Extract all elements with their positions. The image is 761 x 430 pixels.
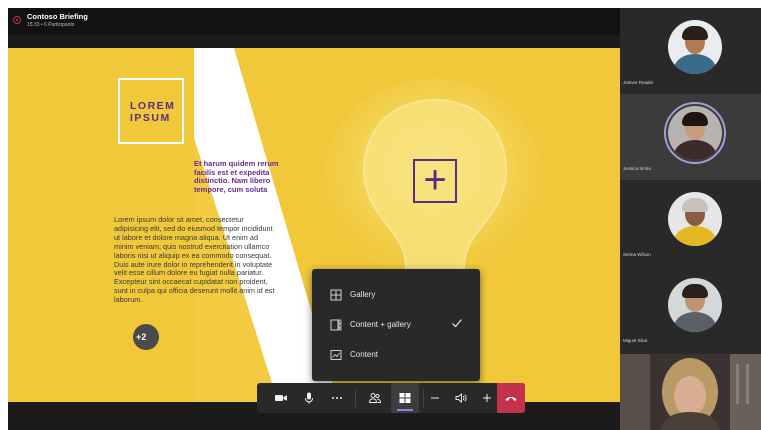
self-video-image bbox=[620, 354, 761, 430]
microphone-icon bbox=[305, 392, 313, 404]
layout-button[interactable] bbox=[391, 383, 419, 413]
content-gallery-icon bbox=[330, 319, 342, 331]
speaker-icon bbox=[455, 393, 467, 403]
menu-item-label: Gallery bbox=[350, 290, 376, 299]
participant-name: Jaimee Reader bbox=[623, 80, 654, 85]
menu-item-content-gallery[interactable]: Content + gallery bbox=[312, 310, 480, 340]
zoom-out-button[interactable] bbox=[421, 383, 449, 413]
checkmark-icon bbox=[452, 319, 462, 328]
meeting-window: Contoso Briefing 15:33 • 6 Participants … bbox=[8, 8, 761, 430]
layout-menu: Gallery Content + gallery Content bbox=[312, 269, 480, 381]
layout-icon bbox=[399, 393, 411, 403]
slide-plus-icon: + bbox=[423, 158, 447, 202]
participant-tile[interactable]: Serina Wilson bbox=[620, 180, 761, 266]
self-video-preview bbox=[620, 354, 761, 430]
menu-item-label: Content bbox=[350, 350, 379, 359]
participants-icon bbox=[369, 393, 381, 403]
more-participants-badge[interactable]: +2 bbox=[133, 324, 159, 350]
more-options-icon bbox=[332, 397, 342, 399]
speaker-button[interactable] bbox=[447, 383, 475, 413]
slide-logo: LOREM IPSUM bbox=[118, 78, 184, 144]
participants-button[interactable] bbox=[361, 383, 389, 413]
participant-avatar bbox=[668, 278, 722, 332]
participant-tile-speaking[interactable]: Jessica Sinha bbox=[620, 94, 761, 180]
stage-top-bar bbox=[8, 34, 620, 48]
gallery-icon bbox=[330, 289, 342, 301]
meeting-header: Contoso Briefing 15:33 • 6 Participants bbox=[8, 8, 620, 34]
hang-up-icon bbox=[505, 397, 517, 401]
slide-body-text: Lorem ipsum dolor sit amet, consectetur … bbox=[114, 215, 275, 305]
content-icon bbox=[330, 350, 342, 360]
more-options-button[interactable] bbox=[323, 383, 351, 413]
camera-icon bbox=[275, 395, 287, 401]
microphone-button[interactable] bbox=[295, 383, 323, 413]
toolbar-separator bbox=[355, 389, 356, 407]
hang-up-button[interactable] bbox=[497, 383, 525, 413]
menu-item-label: Content + gallery bbox=[350, 320, 411, 329]
participant-name: Miguel Silva bbox=[623, 338, 648, 343]
minus-icon bbox=[431, 397, 439, 399]
plus-icon bbox=[483, 394, 491, 402]
meeting-title: Contoso Briefing bbox=[27, 12, 88, 21]
participant-avatar bbox=[668, 20, 722, 74]
participant-tile[interactable]: Jaimee Reader bbox=[620, 8, 761, 94]
camera-button[interactable] bbox=[267, 383, 295, 413]
participant-tile[interactable]: Miguel Silva bbox=[620, 266, 761, 352]
slide-logo-text: LOREM IPSUM bbox=[130, 100, 176, 124]
meeting-toolbar bbox=[257, 383, 525, 413]
menu-item-content[interactable]: Content bbox=[312, 340, 480, 370]
slide-plus-box: + bbox=[413, 159, 457, 203]
menu-item-gallery[interactable]: Gallery bbox=[312, 280, 480, 310]
participant-name: Jessica Sinha bbox=[623, 166, 651, 171]
participant-avatar bbox=[668, 192, 722, 246]
recording-icon bbox=[13, 16, 21, 24]
participant-avatar bbox=[668, 106, 722, 160]
participant-name: Serina Wilson bbox=[623, 252, 651, 257]
participants-panel: Jaimee Reader Jessica Sinha Serina Wilso… bbox=[620, 8, 761, 430]
meeting-subtitle: 15:33 • 6 Participants bbox=[27, 22, 75, 28]
slide-highlight-text: Et harum quidem rerum facilis est et exp… bbox=[194, 159, 279, 194]
